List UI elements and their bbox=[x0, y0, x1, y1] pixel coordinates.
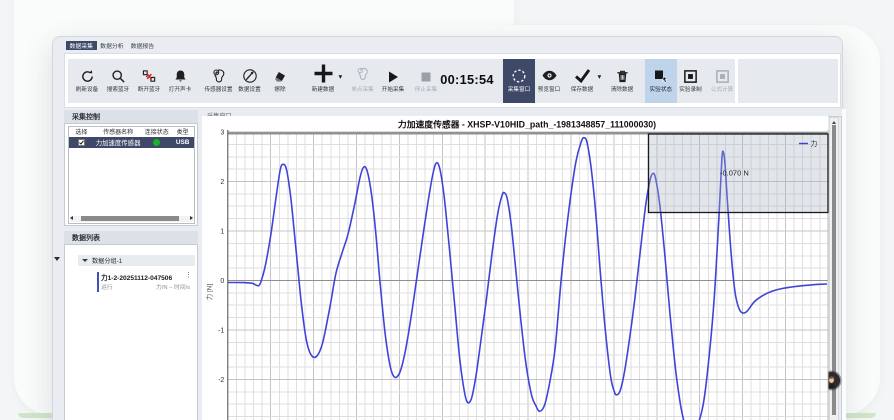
svg-text:力: 力 bbox=[811, 139, 818, 148]
svg-text:力 [N]: 力 [N] bbox=[205, 284, 214, 301]
svg-text:3: 3 bbox=[220, 130, 224, 137]
svg-text:2: 2 bbox=[220, 179, 224, 186]
svg-text:1: 1 bbox=[220, 229, 224, 236]
svg-text:-0.070 N: -0.070 N bbox=[720, 169, 749, 178]
svg-text:-2: -2 bbox=[218, 377, 224, 384]
svg-text:-1: -1 bbox=[218, 328, 224, 335]
svg-text:力加速度传感器 - XHSP-V10HID_path_-19: 力加速度传感器 - XHSP-V10HID_path_-1981348857_1… bbox=[398, 119, 656, 130]
svg-text:0: 0 bbox=[220, 278, 224, 285]
